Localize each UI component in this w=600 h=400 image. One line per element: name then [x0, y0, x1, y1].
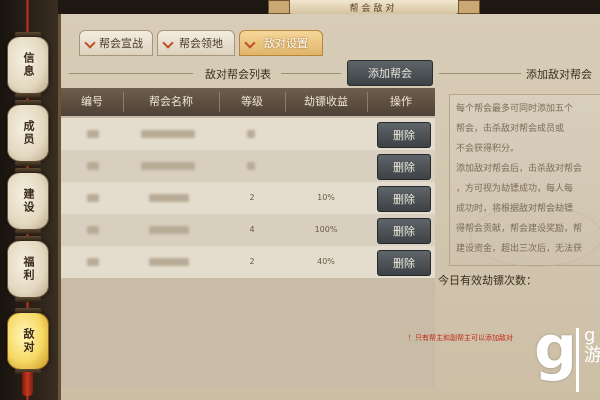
sidebar-item-label: 建设 [22, 188, 35, 214]
blurred-id [87, 194, 99, 202]
sidebar-item-welfare[interactable]: 福利 [7, 236, 49, 302]
hostile-list-title: 敌对帮会列表 [205, 68, 271, 81]
sidebar-item-hostile[interactable]: 敌对 [7, 308, 49, 374]
table-row: 4 100% 删除 [61, 214, 435, 246]
blurred-id [87, 162, 99, 170]
watermark-text-bottom: 游 [584, 345, 600, 366]
column-header-level: 等级 [241, 95, 263, 108]
window-title-banner: 帮会敌对 [285, 0, 462, 15]
info-line: 成功时，将根据敌对帮会劫镖 [456, 204, 574, 214]
window-title: 帮会敌对 [349, 3, 398, 14]
sidebar-item-build[interactable]: 建设 [7, 168, 49, 234]
sidebar-item-members[interactable]: 成员 [7, 100, 49, 166]
add-hostile-title: 添加敌对帮会 [526, 68, 592, 81]
watermark-text: g 游 [584, 326, 600, 366]
table-row: 删除 [61, 118, 435, 150]
banner-ornament-right [458, 0, 480, 14]
blurred-guild-name [141, 130, 195, 138]
main-panel: 帮会宣战 帮会领地 敌对设置 敌对帮会列表 添加帮会 添加敌对帮会 编号 帮会名… [58, 14, 600, 400]
daily-rob-count-label: 今日有效劫镖次数： [438, 274, 537, 287]
info-line: ，方可视为劫镖成功，每人每 [456, 184, 574, 194]
delete-button[interactable]: 删除 [377, 250, 431, 276]
sidebar-item-label: 敌对 [22, 328, 35, 354]
delete-button[interactable]: 删除 [377, 122, 431, 148]
checkmark-icon [244, 37, 256, 49]
income-cell [285, 118, 367, 150]
divider [69, 73, 193, 74]
watermark-text-top: g [584, 325, 596, 346]
column-header-name: 帮会名称 [149, 95, 193, 108]
info-line: 建设资金，超出三次后，无法获 [456, 244, 583, 254]
blurred-id [87, 226, 99, 234]
divider [281, 73, 341, 74]
decorative-emblem [470, 205, 600, 267]
level-cell [219, 150, 285, 182]
add-guild-button[interactable]: 添加帮会 [347, 60, 433, 86]
permission-warning: ！只有帮主和副帮主可以添加敌对 [408, 334, 513, 342]
delete-button[interactable]: 删除 [377, 154, 431, 180]
site-watermark-logo: g g 游 [534, 318, 600, 400]
column-header-income: 劫镖收益 [304, 95, 348, 108]
blurred-id [87, 258, 99, 266]
tab-guild-territory[interactable]: 帮会领地 [157, 30, 235, 56]
income-cell: 10% [317, 193, 335, 202]
blurred-guild-name [149, 258, 189, 266]
table-header: 编号 帮会名称 等级 劫镖收益 操作 [61, 88, 435, 116]
income-cell [285, 150, 367, 182]
level-cell: 2 [249, 257, 255, 266]
income-cell: 40% [317, 257, 335, 266]
checkmark-icon [162, 37, 174, 49]
checkmark-icon [84, 37, 96, 49]
tab-hostile-settings[interactable]: 敌对设置 [239, 30, 323, 56]
divider [439, 73, 521, 74]
delete-button[interactable]: 删除 [377, 218, 431, 244]
tab-label: 帮会宣战 [99, 37, 143, 50]
column-header-id: 编号 [81, 95, 103, 108]
sidebar-item-info[interactable]: 信息 [7, 32, 49, 98]
blurred-guild-name [149, 226, 189, 234]
info-line: 每个帮会最多可同时添加五个 [456, 104, 574, 114]
tab-label: 敌对设置 [264, 37, 308, 50]
column-header-action: 操作 [390, 95, 412, 108]
watermark-mark: g [534, 313, 577, 383]
level-cell: 2 [249, 193, 255, 202]
banner-ornament-left [268, 0, 290, 14]
info-line: 得帮会贡献，帮会建设奖励，帮 [456, 224, 583, 234]
sidebar-item-label: 成员 [22, 120, 35, 146]
blurred-guild-name [149, 194, 189, 202]
blurred-guild-name [141, 162, 195, 170]
tab-label: 帮会领地 [179, 37, 223, 50]
tab-guild-war[interactable]: 帮会宣战 [79, 30, 153, 56]
blurred-id [87, 130, 99, 138]
info-line: 帮会，击杀敌对帮会成员或 [456, 124, 565, 134]
delete-button[interactable]: 删除 [377, 186, 431, 212]
info-line: 不会获得积分。 [456, 144, 520, 154]
sidebar-item-label: 福利 [22, 256, 35, 282]
sidebar: 信息 成员 建设 福利 敌对 [0, 0, 58, 400]
tassel-ornament [22, 372, 33, 396]
rules-info-box: 每个帮会最多可同时添加五个 帮会，击杀敌对帮会成员或 不会获得积分。 添加敌对帮… [449, 94, 600, 267]
income-cell: 100% [314, 225, 338, 234]
hostile-guild-table: 编号 帮会名称 等级 劫镖收益 操作 删除 删除 2 10% 删除 4 100%… [61, 88, 435, 388]
level-cell: 4 [249, 225, 255, 234]
level-cell [219, 118, 285, 150]
watermark-divider [576, 328, 579, 392]
sidebar-item-label: 信息 [22, 52, 35, 78]
info-line: 添加敌对帮会后，击杀敌对帮会 [456, 164, 583, 174]
table-row: 删除 [61, 150, 435, 182]
table-row: 2 40% 删除 [61, 246, 435, 278]
table-row: 2 10% 删除 [61, 182, 435, 214]
